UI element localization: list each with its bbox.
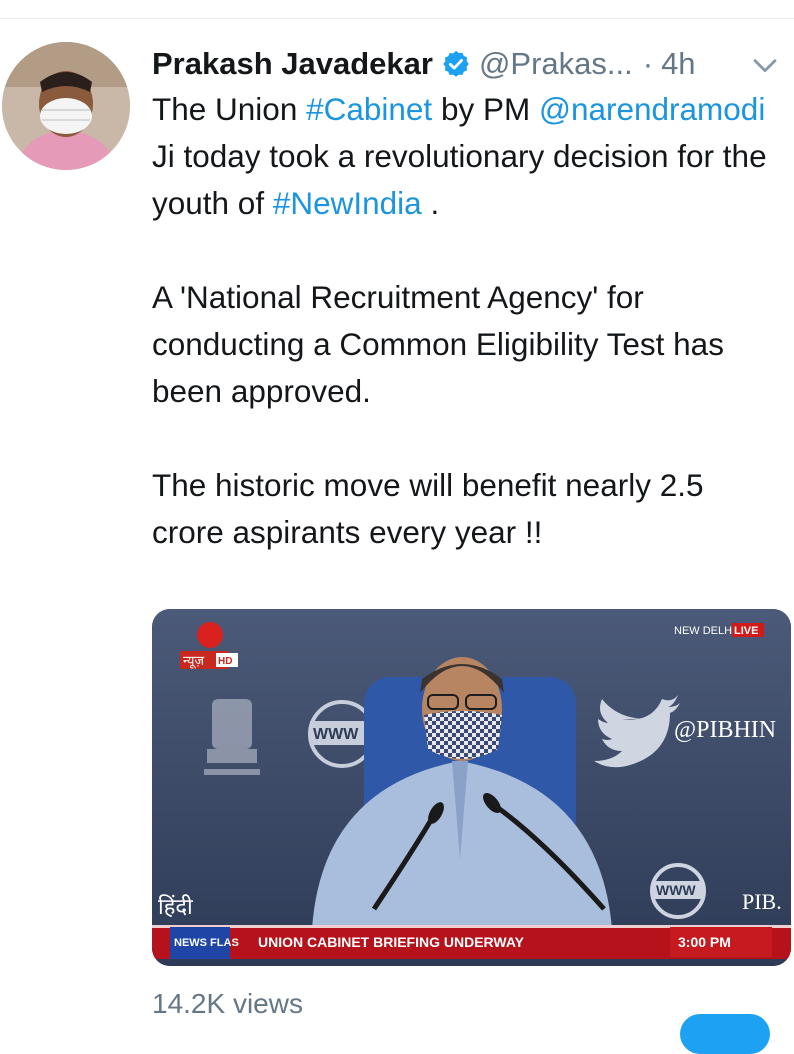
mention-narendramodi[interactable]: @narendramodi [539, 91, 765, 127]
author-handle[interactable]: @Prakas... [479, 46, 633, 82]
text-segment: . [421, 185, 440, 221]
verified-badge-icon [441, 49, 471, 79]
hd-badge: HD [218, 656, 232, 667]
location-label: NEW DELHI [674, 625, 735, 637]
video-frame: न्यूज़ HD NEW DELHI LIVE WWW @PIBHIN हिं… [152, 609, 791, 966]
tweet-paragraph-1: The Union #Cabinet by PM @narendramodi J… [152, 86, 782, 227]
www-text-right: WWW [656, 882, 696, 898]
pib-text: PIB. [742, 889, 782, 914]
tweet-text: The Union #Cabinet by PM @narendramodi J… [152, 86, 782, 556]
ticker-text: UNION CABINET BRIEFING UNDERWAY [258, 934, 525, 950]
author-name[interactable]: Prakash Javadekar [152, 46, 433, 82]
channel-logo-text: न्यूज़ [183, 654, 204, 669]
tweet-timestamp[interactable]: 4h [661, 46, 695, 82]
live-badge: LIVE [734, 625, 758, 637]
pib-handle: @PIBHIN [674, 717, 776, 743]
view-count: 14.2K views [152, 988, 303, 1019]
tweet-paragraph-2: A 'National Recruitment Agency' for cond… [152, 279, 724, 409]
tweet-header: Prakash Javadekar @Prakas... · 4h [152, 40, 782, 88]
ticker-time: 3:00 PM [678, 934, 731, 950]
tweet-paragraph-3: The historic move will benefit nearly 2.… [152, 467, 704, 550]
separator-dot: · [642, 46, 654, 81]
channel-logo-icon [197, 622, 223, 648]
avatar-image [2, 42, 130, 170]
top-divider [0, 18, 794, 19]
news-flash-badge: NEWS FLAS [174, 937, 239, 949]
avatar[interactable] [2, 42, 130, 170]
video-thumbnail[interactable]: न्यूज़ HD NEW DELHI LIVE WWW @PIBHIN हिं… [152, 609, 791, 966]
hashtag-newindia[interactable]: #NewIndia [273, 185, 422, 221]
hashtag-cabinet[interactable]: #Cabinet [306, 91, 432, 127]
www-text-left: WWW [313, 726, 359, 743]
text-segment: Ji today took a revolutionary decision f… [152, 138, 767, 221]
text-segment: The Union [152, 91, 307, 127]
text-segment: by PM [432, 91, 539, 127]
chevron-down-icon[interactable] [748, 48, 782, 82]
compose-button[interactable] [680, 1014, 770, 1054]
hindi-label: हिंदी [158, 894, 193, 920]
face-mask [424, 711, 502, 759]
